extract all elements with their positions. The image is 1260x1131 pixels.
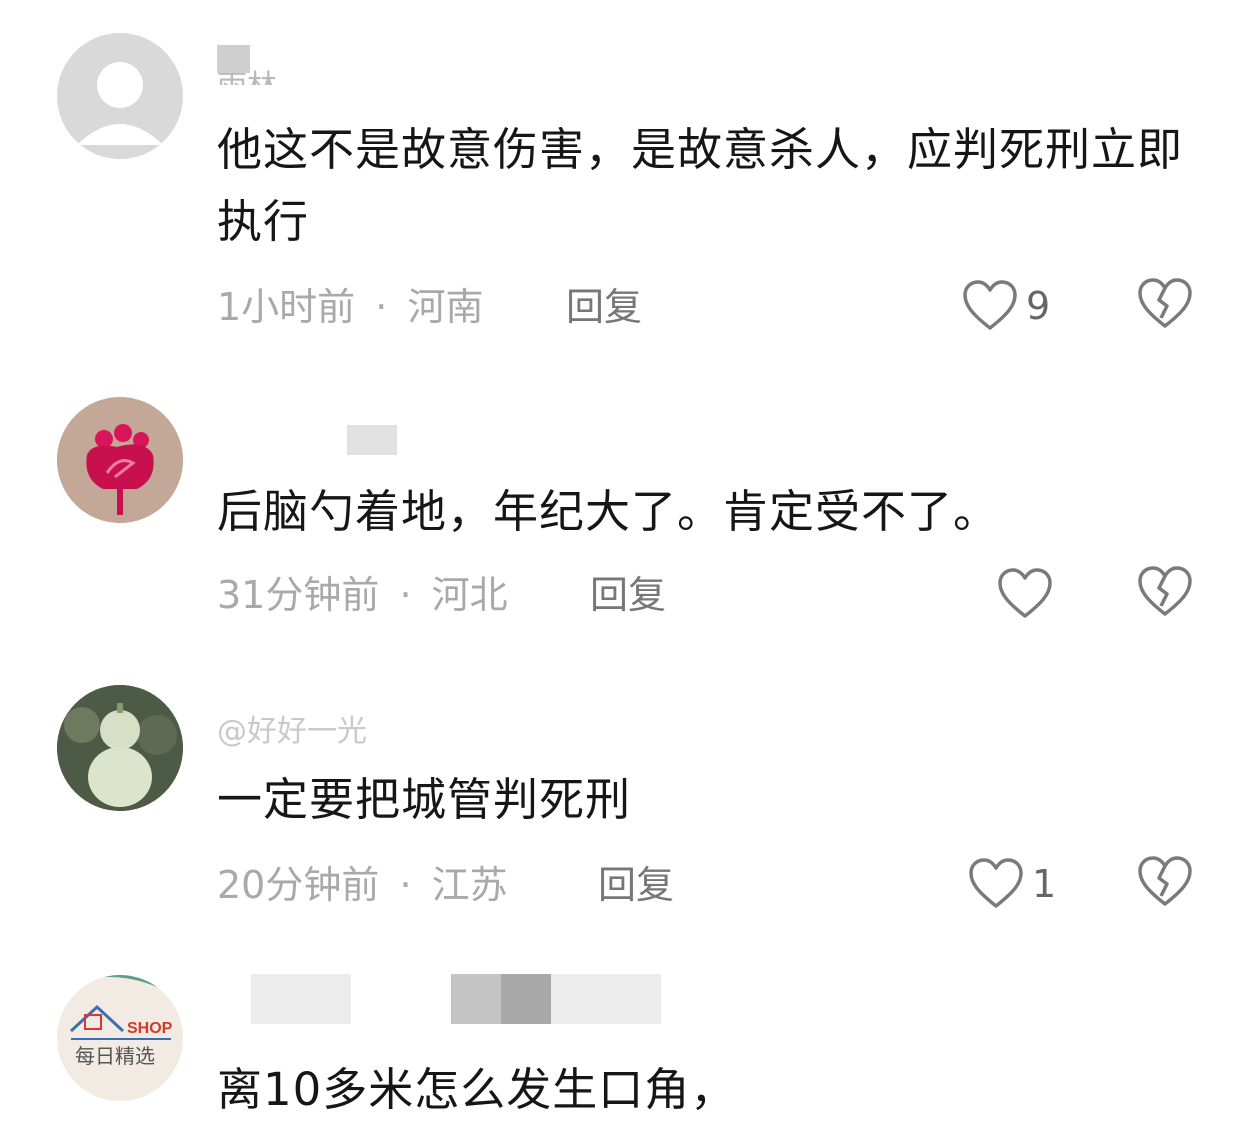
meta-separator: · xyxy=(399,573,412,617)
comment-time: 20分钟前 xyxy=(217,863,380,907)
dislike-button[interactable] xyxy=(1137,566,1193,622)
comment-location: 河南 xyxy=(407,285,484,329)
username-blur xyxy=(501,974,551,1024)
comment-item: SHOP 每日精选 离10多米怎么发生口角， xyxy=(0,958,1260,1131)
comment-item: 雨林 他这不是故意伤害，是故意杀人，应判死刑立即执行 1小时前 · 河南 回复 … xyxy=(0,0,1260,360)
comment-meta: 31分钟前 · 河北 xyxy=(217,570,508,620)
comment-meta: 20分钟前 · 江苏 xyxy=(217,860,508,910)
flower-avatar-icon xyxy=(57,397,183,523)
avatar[interactable] xyxy=(57,685,183,811)
shop-logo-text: SHOP xyxy=(127,1020,173,1037)
username-blur xyxy=(451,974,501,1024)
like-count: 9 xyxy=(1026,284,1051,328)
comment-location: 江苏 xyxy=(431,863,508,907)
username[interactable]: 雨林 xyxy=(217,45,477,85)
gourd-avatar-icon xyxy=(57,685,183,811)
like-button[interactable]: 9 xyxy=(962,278,1050,334)
heart-icon xyxy=(998,568,1052,618)
broken-heart-icon xyxy=(1138,278,1192,328)
username-blur xyxy=(251,974,351,1024)
meta-separator: · xyxy=(375,285,388,329)
username[interactable] xyxy=(217,420,477,460)
heart-icon xyxy=(969,858,1023,908)
comment-item: 后脑勺着地，年纪大了。肯定受不了。 31分钟前 · 河北 回复 xyxy=(0,380,1260,650)
username-blur xyxy=(217,45,250,73)
username-text: @好好一光 xyxy=(217,714,367,749)
dislike-button[interactable] xyxy=(1137,278,1193,334)
meta-separator: · xyxy=(399,863,412,907)
avatar[interactable] xyxy=(57,33,183,159)
dislike-button[interactable] xyxy=(1137,856,1193,912)
comment-text: 后脑勺着地，年纪大了。肯定受不了。 xyxy=(217,485,1000,538)
default-avatar-icon xyxy=(57,33,183,159)
username-blur xyxy=(551,974,661,1024)
broken-heart-icon xyxy=(1138,856,1192,906)
username[interactable] xyxy=(217,974,677,1026)
heart-icon xyxy=(963,280,1017,330)
comment-location: 河北 xyxy=(431,573,508,617)
like-button[interactable] xyxy=(997,566,1061,622)
username[interactable]: @好好一光 xyxy=(217,712,477,752)
reply-button[interactable]: 回复 xyxy=(590,570,666,620)
shop-logo-avatar: SHOP 每日精选 xyxy=(57,975,183,1101)
reply-button[interactable]: 回复 xyxy=(566,282,642,332)
comment-meta: 1小时前 · 河南 xyxy=(217,282,483,332)
broken-heart-icon xyxy=(1138,566,1192,616)
reply-button[interactable]: 回复 xyxy=(598,860,674,910)
comment-time: 1小时前 xyxy=(217,285,356,329)
comment-text: 一定要把城管判死刑 xyxy=(217,773,632,826)
comment-item: @好好一光 一定要把城管判死刑 20分钟前 · 江苏 回复 1 xyxy=(0,668,1260,938)
like-count: 1 xyxy=(1032,862,1057,906)
like-button[interactable]: 1 xyxy=(968,856,1056,912)
comment-text: 他这不是故意伤害，是故意杀人，应判死刑立即执行 xyxy=(217,123,1184,248)
avatar[interactable]: SHOP 每日精选 xyxy=(57,975,183,1101)
comment-text: 离10多米怎么发生口角， xyxy=(217,1063,737,1116)
username-blur xyxy=(347,425,397,455)
comment-time: 31分钟前 xyxy=(217,573,380,617)
shop-logo-subtext: 每日精选 xyxy=(75,1044,155,1068)
avatar[interactable] xyxy=(57,397,183,523)
